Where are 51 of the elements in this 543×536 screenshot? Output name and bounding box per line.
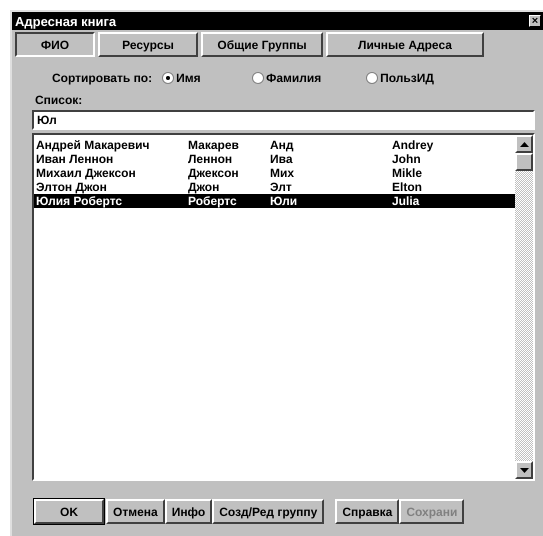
radio-button[interactable]: [252, 72, 264, 84]
list-cell-text: Julia: [392, 194, 420, 208]
dialog-button[interactable]: Инфо: [164, 499, 212, 524]
tab[interactable]: Личные Адреса: [326, 32, 484, 57]
up-arrow-icon: [520, 142, 528, 146]
window-title: Адресная книга: [15, 14, 116, 28]
dialog-button[interactable]: OK: [34, 499, 104, 524]
dialog-button[interactable]: Созд/Ред группу: [212, 499, 324, 524]
tab[interactable]: Ресурсы: [98, 32, 198, 57]
scroll-up-button[interactable]: [515, 135, 533, 153]
list-cell-text: Elton: [392, 180, 423, 194]
list-cell-text: Мих: [270, 166, 296, 180]
list-row[interactable]: Элтон Джон Джон Элт Elton: [34, 180, 515, 194]
radio-label[interactable]: ПользИД: [380, 71, 434, 85]
list-cell-text: Ива: [270, 152, 294, 166]
sort-label: Сортировать по:: [52, 71, 152, 85]
name-cell-text: Андрей Макаревич: [36, 138, 150, 152]
list-cell-text: Элт: [270, 180, 293, 194]
search-field[interactable]: Юл: [32, 110, 535, 130]
tab[interactable]: Общие Группы: [201, 32, 323, 57]
radio-button[interactable]: [162, 72, 174, 84]
name-cell-text: Иван Леннон: [36, 152, 114, 166]
scroll-down-button[interactable]: [515, 461, 533, 479]
down-arrow-icon: [520, 468, 528, 472]
radio-label[interactable]: Имя: [176, 71, 201, 85]
list-cell-text: Джон: [188, 180, 220, 194]
list-row[interactable]: Михаил Джексон Джексон Мих Mikle: [34, 166, 515, 180]
list-cell-text: Макарев: [188, 138, 240, 152]
name-cell-text: Элтон Джон: [36, 180, 108, 194]
list-row[interactable]: Андрей Макаревич Макарев Анд Andrey: [34, 138, 515, 152]
list-row[interactable]: Юлия Робертс Робертс Юли Julia: [34, 194, 515, 208]
name-cell-text: Юлия Робертс: [36, 194, 124, 208]
radio-button[interactable]: [366, 72, 378, 84]
list-cell-text: Робертс: [188, 194, 238, 208]
list-cell-text: Леннон: [188, 152, 234, 166]
list-cell-text: Анд: [270, 138, 295, 152]
list-cell-text: Джексон: [188, 166, 240, 180]
dialog-button[interactable]: Отмена: [106, 499, 165, 524]
list-cell-text: Юли: [270, 194, 298, 208]
list-cell-text: Andrey: [392, 138, 434, 152]
scroll-thumb[interactable]: [515, 153, 533, 171]
dialog-button[interactable]: Справка: [335, 499, 400, 524]
scrollbar[interactable]: [515, 135, 533, 479]
list-label: Список:: [35, 93, 84, 107]
tab[interactable]: ФИО: [15, 32, 95, 57]
name-cell-text: Михаил Джексон: [36, 166, 137, 180]
list-cell-text: John: [392, 152, 422, 166]
list-cell-text: Mikle: [392, 166, 424, 180]
radio-label[interactable]: Фамилия: [266, 71, 322, 85]
list-row[interactable]: Иван Леннон Леннон Ива John: [34, 152, 515, 166]
close-button[interactable]: ×: [529, 15, 541, 27]
